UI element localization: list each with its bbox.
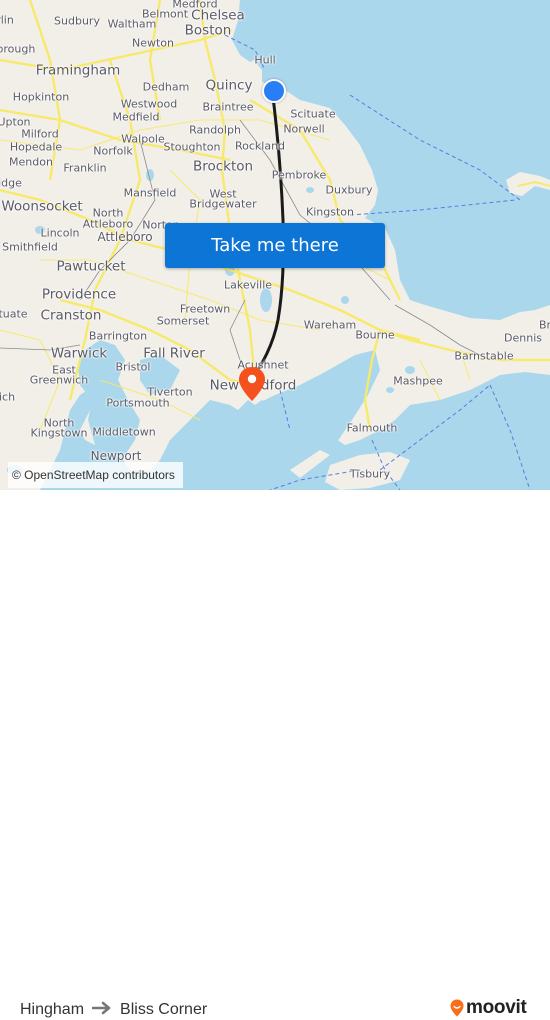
place-label: Wareham	[303, 318, 357, 332]
place-label: Pawtucket	[56, 258, 126, 275]
place-label: Fall River	[143, 345, 205, 362]
place-label: Greenwich	[29, 373, 89, 387]
place-label: Lincoln	[40, 226, 80, 240]
place-label: Franklin	[63, 161, 107, 175]
place-label: Mendon	[9, 155, 53, 169]
place-label: rlin	[0, 13, 14, 27]
place-label: Medfield	[112, 110, 160, 124]
place-label: Waltham	[107, 17, 157, 31]
place-label: Westwood	[120, 97, 178, 111]
place-label: Upton	[0, 115, 31, 129]
footer-bar: Hingham Bliss Corner moovit	[0, 490, 550, 1018]
destination-name: Bliss Corner	[120, 1000, 208, 1018]
place-label: Boston	[184, 22, 232, 39]
place-label: Braintree	[202, 100, 254, 114]
place-label: Tisbury	[349, 467, 391, 481]
place-label: Warwick	[50, 345, 108, 362]
place-label: Norfolk	[93, 144, 133, 158]
place-label: Lakeville	[223, 278, 273, 292]
place-label: Barrington	[88, 329, 148, 343]
place-label: Chelsea	[191, 7, 245, 24]
route-title: Hingham Bliss Corner	[20, 999, 207, 1020]
moovit-logo[interactable]: moovit	[450, 997, 527, 1019]
place-label: Newton	[131, 36, 175, 50]
place-label: Br	[538, 318, 550, 332]
place-label: Attleboro	[97, 230, 153, 244]
place-label: tuate	[0, 307, 28, 321]
place-label: Woonsocket	[1, 198, 83, 215]
place-label: Portsmouth	[106, 396, 170, 410]
place-label: Newport	[90, 449, 142, 463]
origin-marker[interactable]	[262, 79, 286, 103]
place-label: Sudbury	[54, 14, 100, 28]
place-label: idge	[0, 176, 22, 190]
place-label: ich	[0, 390, 16, 404]
moovit-wordmark: moovit	[466, 997, 527, 1018]
right-arrow-icon	[91, 999, 112, 1020]
place-label: Middletown	[92, 425, 156, 439]
place-label: Rockland	[234, 139, 286, 153]
moovit-pin-icon	[450, 999, 464, 1017]
place-label: Dedham	[142, 80, 190, 94]
take-me-there-button[interactable]: Take me there	[165, 223, 385, 268]
place-label: Milford	[21, 127, 59, 141]
place-label: Duxbury	[325, 183, 373, 197]
place-label: orough	[0, 42, 36, 56]
place-label: Norwell	[283, 122, 325, 136]
place-label: Hull	[254, 53, 276, 67]
place-label: Providence	[41, 286, 117, 303]
place-label: Scituate	[290, 107, 336, 121]
place-label: Bridgewater	[189, 197, 257, 211]
place-label: Walpole	[121, 132, 165, 146]
place-label: Barnstable	[454, 349, 514, 363]
place-label: Smithfield	[2, 240, 58, 254]
place-label: Quincy	[205, 77, 253, 94]
place-label: Somerset	[156, 314, 210, 328]
map-view[interactable]: Medford Belmont Chelsea Sudbury Waltham Bosto…	[0, 0, 550, 490]
place-label: Mansfield	[123, 186, 177, 200]
place-label: Stoughton	[163, 140, 221, 154]
place-label: Randolph	[189, 123, 241, 137]
map-attribution[interactable]: © OpenStreetMap contributors	[8, 462, 183, 488]
place-label: Bourne	[355, 328, 395, 342]
place-label: Hopkinton	[12, 90, 70, 104]
place-label: Kingstown	[30, 426, 88, 440]
place-label: Falmouth	[346, 421, 398, 435]
place-label: Cranston	[40, 307, 102, 324]
origin-name: Hingham	[20, 1000, 85, 1018]
place-label: Freetown	[179, 302, 231, 316]
place-label: Kingston	[306, 205, 354, 219]
place-label: Pembroke	[271, 168, 327, 182]
destination-marker[interactable]	[238, 366, 266, 402]
place-label: Mashpee	[393, 374, 443, 388]
place-label: Attleboro	[82, 217, 134, 231]
place-label: Dennis	[504, 331, 542, 345]
place-label: Framingham	[35, 62, 121, 79]
place-label: Brockton	[192, 158, 254, 175]
place-label: Bristol	[115, 360, 151, 374]
place-label: Hopedale	[9, 140, 63, 154]
